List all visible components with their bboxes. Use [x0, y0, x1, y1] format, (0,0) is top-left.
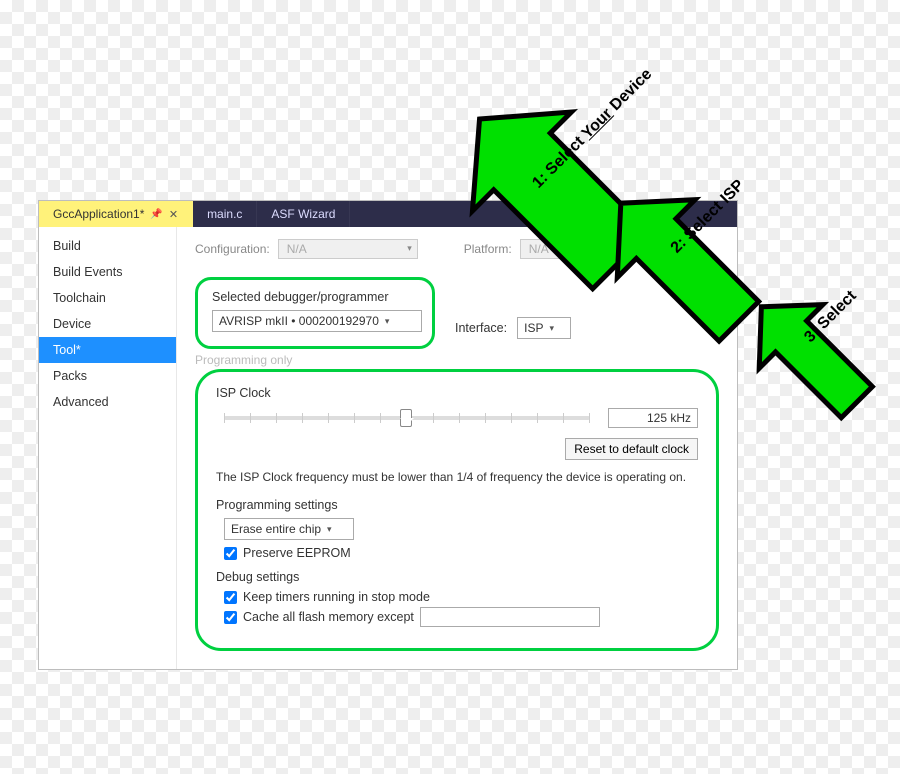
sidebar-item-build-events[interactable]: Build Events — [39, 259, 176, 285]
tab-label: main.c — [207, 207, 242, 221]
configuration-label: Configuration: — [195, 242, 270, 256]
programmer-select[interactable]: AVRISP mkII • 000200192970 ▾ — [212, 310, 422, 332]
tab-label: GccApplication1* — [53, 207, 144, 221]
tab-gccapplication[interactable]: GccApplication1* 📌 ✕ — [39, 201, 193, 227]
cache-flash-checkbox[interactable] — [224, 611, 237, 624]
programmer-group-label: Selected debugger/programmer — [212, 290, 418, 304]
debug-settings-title: Debug settings — [216, 570, 698, 584]
sidebar-item-toolchain[interactable]: Toolchain — [39, 285, 176, 311]
pin-icon[interactable]: 📌 — [150, 209, 162, 220]
keep-timers-row[interactable]: Keep timers running in stop mode — [224, 590, 698, 604]
programming-settings-title: Programming settings — [216, 498, 698, 512]
interface-select[interactable]: ISP ▾ — [517, 317, 571, 339]
erase-select[interactable]: Erase entire chip ▾ — [224, 518, 354, 540]
chevron-down-icon: ▾ — [549, 323, 554, 334]
chevron-down-icon: ▾ — [385, 316, 390, 327]
highlight-programmer: Selected debugger/programmer AVRISP mkII… — [195, 277, 435, 349]
sidebar-item-advanced[interactable]: Advanced — [39, 389, 176, 415]
slider-thumb[interactable] — [400, 409, 412, 427]
isp-clock-title: ISP Clock — [216, 386, 698, 400]
highlight-isp-section: ISP Clock 125 kHz Reset to default clock… — [195, 369, 719, 651]
tab-label: ASF Wizard — [271, 207, 335, 221]
cache-flash-except-input[interactable] — [420, 607, 600, 627]
sidebar: Build Build Events Toolchain Device Tool… — [39, 227, 177, 669]
preserve-eeprom-checkbox[interactable] — [224, 547, 237, 560]
sidebar-item-packs[interactable]: Packs — [39, 363, 176, 389]
isp-clock-value[interactable]: 125 kHz — [608, 408, 698, 428]
sidebar-item-build[interactable]: Build — [39, 233, 176, 259]
sidebar-item-device[interactable]: Device — [39, 311, 176, 337]
isp-clock-note: The ISP Clock frequency must be lower th… — [216, 470, 698, 484]
keep-timers-checkbox[interactable] — [224, 591, 237, 604]
interface-label: Interface: — [455, 321, 507, 335]
configuration-select[interactable]: N/A ▾ — [278, 239, 418, 259]
tab-main-c[interactable]: main.c — [193, 201, 257, 227]
chevron-down-icon: ▾ — [327, 524, 332, 535]
preserve-eeprom-row[interactable]: Preserve EEPROM — [224, 546, 698, 560]
cache-flash-row[interactable]: Cache all flash memory except — [224, 607, 698, 627]
reset-clock-button[interactable]: Reset to default clock — [565, 438, 698, 460]
sidebar-item-tool[interactable]: Tool* — [39, 337, 176, 363]
isp-clock-slider[interactable] — [224, 416, 590, 420]
tab-asf-wizard[interactable]: ASF Wizard — [257, 201, 350, 227]
close-icon[interactable]: ✕ — [169, 208, 178, 221]
chevron-down-icon: ▾ — [407, 243, 412, 254]
annotation-arrow-3: 3: Select — [720, 230, 900, 440]
